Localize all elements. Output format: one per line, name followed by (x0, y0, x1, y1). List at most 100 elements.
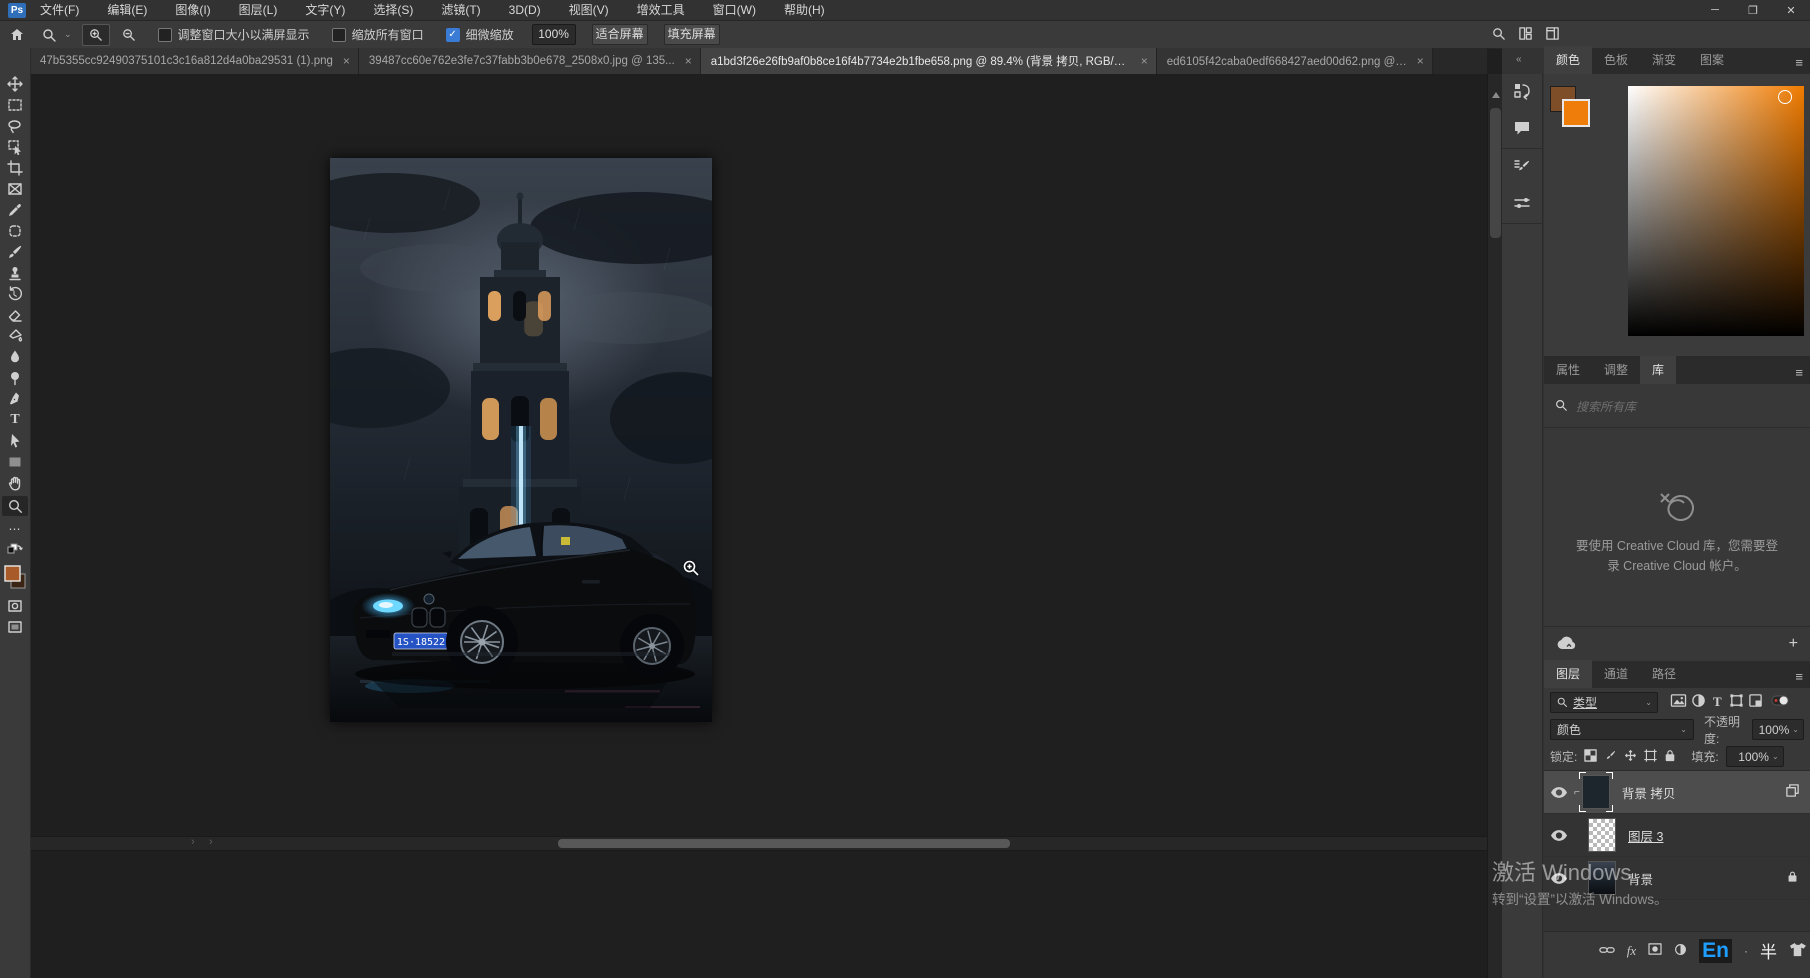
tab-properties[interactable]: 属性 (1544, 356, 1592, 384)
lock-pixels-icon[interactable] (1604, 749, 1617, 765)
close-icon[interactable]: × (1141, 54, 1148, 68)
cloud-icon[interactable] (1556, 636, 1576, 653)
vertical-scrollbar[interactable] (1487, 74, 1503, 978)
menu-file[interactable]: 文件(F) (26, 0, 93, 20)
visibility-eye-icon[interactable] (1544, 787, 1574, 798)
filter-toggle[interactable] (1771, 694, 1789, 710)
chevron-down-icon[interactable]: ⌄ (64, 29, 72, 40)
dodge-tool[interactable] (2, 370, 28, 386)
scroll-up-icon[interactable] (1492, 92, 1500, 98)
menu-window[interactable]: 窗口(W) (699, 0, 770, 20)
tab-swatches[interactable]: 色板 (1592, 46, 1640, 74)
vertical-scrollbar-thumb[interactable] (1490, 108, 1501, 238)
eraser-tool[interactable] (2, 307, 28, 323)
tab-adjustments[interactable]: 调整 (1592, 356, 1640, 384)
menu-edit[interactable]: 编辑(E) (93, 0, 161, 20)
eyedropper-tool[interactable] (2, 202, 28, 218)
fit-window-checkbox[interactable]: 调整窗口大小以满屏显示 (158, 26, 310, 43)
maximize-button[interactable]: ❐ (1734, 0, 1772, 20)
layer-effects-icon[interactable]: fx (1627, 943, 1636, 959)
tab-gradients[interactable]: 渐变 (1640, 46, 1688, 74)
checkbox-icon[interactable] (332, 28, 346, 42)
brush-settings-icon[interactable] (1513, 157, 1531, 178)
default-colors-icon[interactable] (2, 542, 28, 558)
hand-tool[interactable] (2, 475, 28, 491)
zoom-tool[interactable] (2, 496, 28, 516)
horizontal-scrollbar[interactable]: › › (31, 836, 1487, 851)
zoom-all-windows-checkbox[interactable]: 缩放所有窗口 (332, 26, 424, 43)
opacity-field[interactable]: 100% ⌄ (1752, 719, 1804, 740)
tab-paths[interactable]: 路径 (1640, 660, 1688, 688)
fill-screen-button[interactable]: 填充屏幕 (664, 24, 720, 45)
type-tool[interactable]: T (2, 412, 28, 428)
workspace-icon[interactable] (1545, 26, 1560, 44)
close-icon[interactable]: × (1417, 54, 1424, 68)
layer-name[interactable]: 背景 (1628, 869, 1653, 888)
crop-tool[interactable] (2, 160, 28, 176)
filter-pixel-icon[interactable] (1670, 693, 1687, 711)
quick-mask-button[interactable] (2, 598, 28, 614)
link-layers-icon[interactable] (1599, 944, 1615, 958)
tab-layers[interactable]: 图层 (1544, 660, 1592, 688)
checkbox-checked-icon[interactable]: ✓ (446, 28, 460, 42)
zoom-in-button[interactable] (82, 24, 110, 46)
foreground-background-swatches[interactable] (2, 563, 28, 593)
color-picker-field[interactable] (1628, 86, 1804, 336)
frame-tool[interactable] (2, 181, 28, 197)
gradient-tool[interactable] (2, 328, 28, 344)
layer-row-background-copy[interactable]: ⌐ 背景 拷贝 (1544, 771, 1810, 814)
layer-filter-type-dropdown[interactable]: 类型 ⌄ (1550, 692, 1658, 713)
document-tab[interactable]: ed6105f42caba0edf668427aed00d62.png @ 10… (1157, 48, 1433, 74)
collapse-panels-icon[interactable]: « (1516, 54, 1522, 65)
document-tab[interactable]: 47b5355cc92490375101c3c16a812d4a0ba29531… (30, 48, 359, 74)
path-selection-tool[interactable] (2, 433, 28, 449)
menu-layer[interactable]: 图层(L) (225, 0, 292, 20)
clone-stamp-tool[interactable] (2, 265, 28, 281)
document-tab-active[interactable]: a1bd3f26e26fb9af0b8ce16f4b7734e2b1fbe658… (701, 48, 1157, 74)
panel-menu-icon[interactable]: ≡ (1795, 669, 1802, 684)
document-tab[interactable]: 39487cc60e762e3fe7c37fabb3b0e678_2508x0.… (359, 48, 701, 74)
adjustment-layer-icon[interactable] (1674, 943, 1687, 959)
fill-field[interactable]: 100% ⌄ (1726, 746, 1784, 767)
menu-view[interactable]: 视图(V) (555, 0, 623, 20)
new-library-button[interactable]: + (1789, 635, 1798, 653)
lasso-tool[interactable] (2, 118, 28, 134)
history-brush-tool[interactable] (2, 286, 28, 302)
menu-type[interactable]: 文字(Y) (291, 0, 359, 20)
healing-brush-tool[interactable] (2, 223, 28, 239)
object-selection-tool[interactable] (2, 139, 28, 155)
horizontal-scrollbar-thumb[interactable] (558, 839, 1010, 848)
panel-menu-icon[interactable]: ≡ (1795, 55, 1802, 70)
zoom-out-button[interactable] (116, 25, 142, 45)
marquee-tool[interactable] (2, 97, 28, 113)
panel-menu-icon[interactable]: ≡ (1795, 365, 1802, 380)
lock-transparency-icon[interactable] (1584, 749, 1597, 765)
brush-tool[interactable] (2, 244, 28, 260)
menu-plugins[interactable]: 增效工具 (623, 0, 699, 20)
ime-language-indicator[interactable]: En (1699, 939, 1732, 963)
tab-channels[interactable]: 通道 (1592, 660, 1640, 688)
tool-presets-icon[interactable] (1513, 194, 1531, 215)
layer-name[interactable]: 背景 拷贝 (1622, 783, 1675, 802)
lock-artboard-icon[interactable] (1644, 749, 1657, 765)
tab-patterns[interactable]: 图案 (1688, 46, 1736, 74)
document-canvas[interactable]: 1S·18522 (330, 158, 712, 722)
close-button[interactable]: ✕ (1772, 0, 1810, 20)
blend-mode-dropdown[interactable]: 颜色 ⌄ (1550, 719, 1694, 740)
close-icon[interactable]: × (343, 54, 350, 68)
fit-screen-button[interactable]: 适合屏幕 (592, 24, 648, 45)
lock-position-icon[interactable] (1624, 749, 1637, 765)
blur-tool[interactable] (2, 349, 28, 365)
pen-tool[interactable] (2, 391, 28, 407)
filter-smart-object-icon[interactable] (1748, 693, 1763, 711)
lock-all-icon[interactable] (1664, 749, 1676, 765)
history-panel-icon[interactable] (1513, 82, 1531, 103)
minimize-button[interactable]: ─ (1696, 0, 1734, 20)
screen-mode-button[interactable] (2, 619, 28, 635)
layer-name[interactable]: 图层 3 (1628, 826, 1663, 845)
menu-filter[interactable]: 滤镜(T) (427, 0, 494, 20)
zoom-percent-field[interactable]: 100% (532, 24, 576, 45)
rectangle-tool[interactable] (2, 454, 28, 470)
visibility-eye-icon[interactable] (1544, 830, 1574, 841)
layer-thumbnail[interactable] (1588, 818, 1616, 852)
